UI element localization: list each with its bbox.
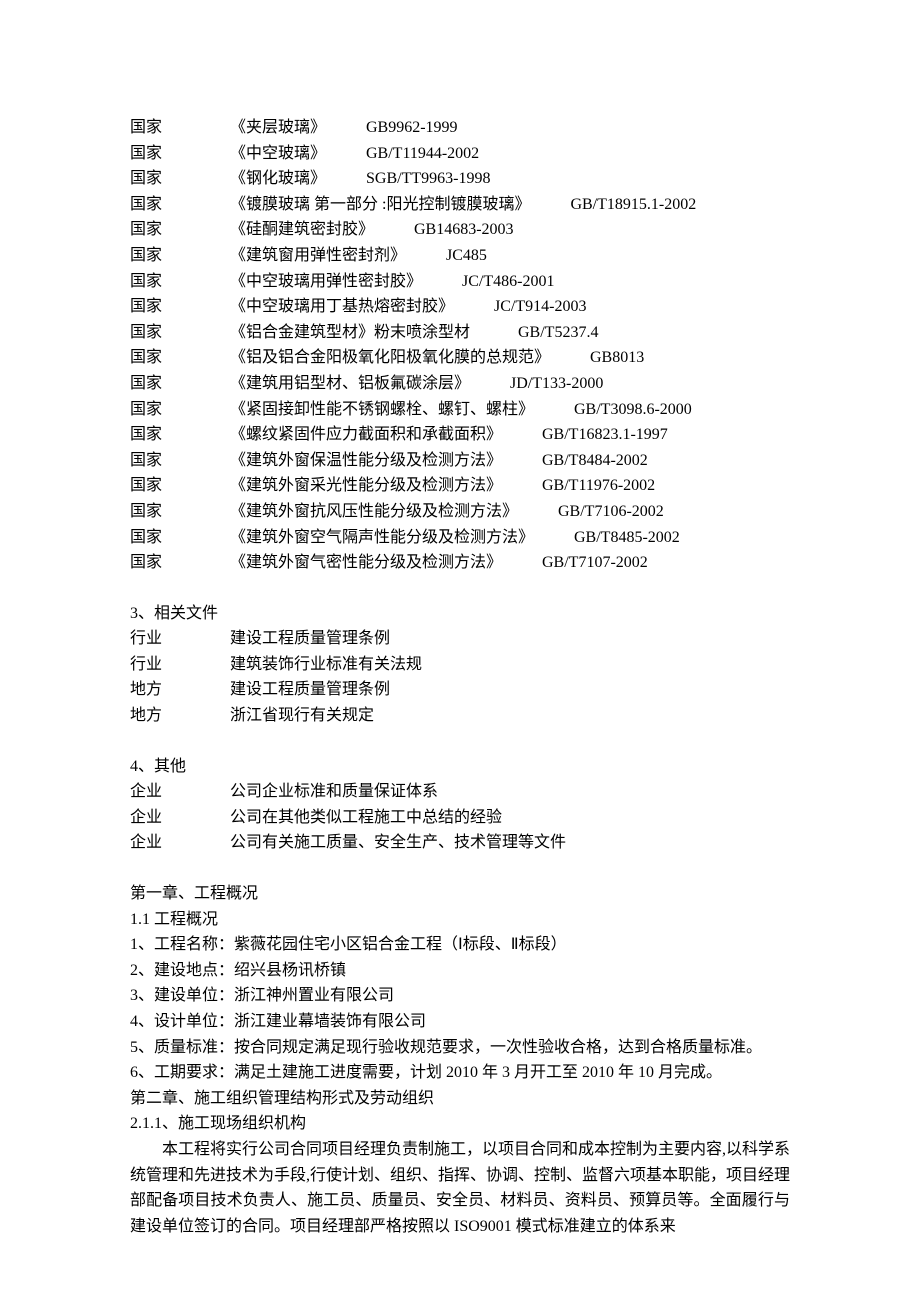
standard-text: 《建筑外窗空气隔声性能分级及检测方法》 GB/T8485-2002 (230, 525, 790, 551)
standard-level: 国家 (130, 166, 230, 192)
standard-row: 国家《硅酮建筑密封胶》 GB14683-2003 (130, 217, 790, 243)
standard-text: 《建筑外窗保温性能分级及检测方法》 GB/T8484-2002 (230, 448, 790, 474)
project-info-line: 6、工期要求：满足土建施工进度需要，计划 2010 年 3 月开工至 2010 … (130, 1060, 790, 1086)
standard-level: 国家 (130, 473, 230, 499)
standard-text: 《建筑用铝型材、铝板氟碳涂层》 JD/T133-2000 (230, 371, 790, 397)
standard-text: 《中空玻璃用弹性密封胶》 JC/T486-2001 (230, 269, 790, 295)
standard-row: 国家《中空玻璃》 GB/T11944-2002 (130, 141, 790, 167)
doc-text: 建筑装饰行业标准有关法规 (230, 652, 422, 678)
chapter-1-subheading: 1.1 工程概况 (130, 907, 790, 933)
standard-level: 国家 (130, 269, 230, 295)
spacer (130, 856, 790, 881)
standard-level: 国家 (130, 243, 230, 269)
standard-row: 国家《铝合金建筑型材》粉末喷涂型材 GB/T5237.4 (130, 320, 790, 346)
standard-row: 国家《铝及铝合金阳极氧化阳极氧化膜的总规范》 GB8013 (130, 345, 790, 371)
standard-row: 国家《建筑窗用弹性密封剂》 JC485 (130, 243, 790, 269)
doc-level: 企业 (130, 830, 230, 856)
document-page: 国家《夹层玻璃》 GB9962-1999国家《中空玻璃》 GB/T11944-2… (0, 0, 920, 1299)
chapter-1-items: 1、工程名称：紫薇花园住宅小区铝合金工程（Ⅰ标段、Ⅱ标段）2、建设地点：绍兴县杨… (130, 932, 790, 1086)
standard-text: 《夹层玻璃》 GB9962-1999 (230, 115, 790, 141)
doc-text: 建设工程质量管理条例 (230, 626, 390, 652)
related-doc-row: 地方建设工程质量管理条例 (130, 677, 790, 703)
standard-text: 《紧固接卸性能不锈钢螺栓、螺钉、螺柱》 GB/T3098.6-2000 (230, 397, 790, 423)
standard-row: 国家《建筑外窗保温性能分级及检测方法》 GB/T8484-2002 (130, 448, 790, 474)
spacer (130, 576, 790, 601)
other-doc-row: 企业公司企业标准和质量保证体系 (130, 779, 790, 805)
standard-level: 国家 (130, 192, 230, 218)
doc-text: 公司有关施工质量、安全生产、技术管理等文件 (230, 830, 566, 856)
chapter-2-paragraph: 本工程将实行公司合同项目经理负责制施工，以项目合同和成本控制为主要内容,以科学系… (130, 1137, 790, 1239)
standard-row: 国家《紧固接卸性能不锈钢螺栓、螺钉、螺柱》 GB/T3098.6-2000 (130, 397, 790, 423)
spacer (130, 729, 790, 754)
chapter-2-heading: 第二章、施工组织管理结构形式及劳动组织 (130, 1086, 790, 1112)
doc-level: 企业 (130, 779, 230, 805)
related-doc-row: 地方浙江省现行有关规定 (130, 703, 790, 729)
project-info-line: 3、建设单位：浙江神州置业有限公司 (130, 983, 790, 1009)
standard-row: 国家《建筑外窗采光性能分级及检测方法》 GB/T11976-2002 (130, 473, 790, 499)
section-4-list: 企业公司企业标准和质量保证体系企业公司在其他类似工程施工中总结的经验企业公司有关… (130, 779, 790, 856)
standard-level: 国家 (130, 499, 230, 525)
standard-level: 国家 (130, 550, 230, 576)
other-doc-row: 企业公司在其他类似工程施工中总结的经验 (130, 805, 790, 831)
standard-level: 国家 (130, 448, 230, 474)
standard-row: 国家《夹层玻璃》 GB9962-1999 (130, 115, 790, 141)
standard-row: 国家《中空玻璃用丁基热熔密封胶》 JC/T914-2003 (130, 294, 790, 320)
project-info-line: 1、工程名称：紫薇花园住宅小区铝合金工程（Ⅰ标段、Ⅱ标段） (130, 932, 790, 958)
standard-level: 国家 (130, 320, 230, 346)
standard-text: 《螺纹紧固件应力截面积和承截面积》 GB/T16823.1-1997 (230, 422, 790, 448)
other-doc-row: 企业公司有关施工质量、安全生产、技术管理等文件 (130, 830, 790, 856)
project-info-line: 2、建设地点：绍兴县杨讯桥镇 (130, 958, 790, 984)
standard-text: 《建筑外窗抗风压性能分级及检测方法》 GB/T7106-2002 (230, 499, 790, 525)
standard-level: 国家 (130, 141, 230, 167)
standard-text: 《硅酮建筑密封胶》 GB14683-2003 (230, 217, 790, 243)
standard-level: 国家 (130, 294, 230, 320)
doc-level: 行业 (130, 626, 230, 652)
standard-text: 《建筑外窗气密性能分级及检测方法》 GB/T7107-2002 (230, 550, 790, 576)
chapter-1-heading: 第一章、工程概况 (130, 881, 790, 907)
standard-row: 国家《钢化玻璃》 SGB/TT9963-1998 (130, 166, 790, 192)
standard-level: 国家 (130, 371, 230, 397)
doc-text: 公司企业标准和质量保证体系 (230, 779, 438, 805)
standards-list: 国家《夹层玻璃》 GB9962-1999国家《中空玻璃》 GB/T11944-2… (130, 115, 790, 576)
doc-level: 行业 (130, 652, 230, 678)
doc-level: 企业 (130, 805, 230, 831)
standard-text: 《镀膜玻璃 第一部分 :阳光控制镀膜玻璃》 GB/T18915.1-2002 (230, 192, 790, 218)
related-doc-row: 行业建筑装饰行业标准有关法规 (130, 652, 790, 678)
doc-level: 地方 (130, 703, 230, 729)
doc-text: 公司在其他类似工程施工中总结的经验 (230, 805, 502, 831)
standard-level: 国家 (130, 525, 230, 551)
standard-row: 国家《建筑用铝型材、铝板氟碳涂层》 JD/T133-2000 (130, 371, 790, 397)
standard-level: 国家 (130, 397, 230, 423)
standard-row: 国家《建筑外窗空气隔声性能分级及检测方法》 GB/T8485-2002 (130, 525, 790, 551)
standard-level: 国家 (130, 217, 230, 243)
doc-level: 地方 (130, 677, 230, 703)
standard-level: 国家 (130, 422, 230, 448)
doc-text: 浙江省现行有关规定 (230, 703, 374, 729)
standard-text: 《铝合金建筑型材》粉末喷涂型材 GB/T5237.4 (230, 320, 790, 346)
section-4-heading: 4、其他 (130, 754, 790, 780)
standard-row: 国家《建筑外窗气密性能分级及检测方法》 GB/T7107-2002 (130, 550, 790, 576)
standard-row: 国家《建筑外窗抗风压性能分级及检测方法》 GB/T7106-2002 (130, 499, 790, 525)
standard-text: 《建筑外窗采光性能分级及检测方法》 GB/T11976-2002 (230, 473, 790, 499)
project-info-line: 4、设计单位：浙江建业幕墙装饰有限公司 (130, 1009, 790, 1035)
standard-text: 《中空玻璃》 GB/T11944-2002 (230, 141, 790, 167)
project-info-line: 5、质量标准：按合同规定满足现行验收规范要求，一次性验收合格，达到合格质量标准。 (130, 1035, 790, 1061)
doc-text: 建设工程质量管理条例 (230, 677, 390, 703)
chapter-2-subheading: 2.1.1、施工现场组织机构 (130, 1111, 790, 1137)
standard-row: 国家《中空玻璃用弹性密封胶》 JC/T486-2001 (130, 269, 790, 295)
standard-text: 《建筑窗用弹性密封剂》 JC485 (230, 243, 790, 269)
section-3-heading: 3、相关文件 (130, 601, 790, 627)
related-doc-row: 行业建设工程质量管理条例 (130, 626, 790, 652)
section-3-list: 行业建设工程质量管理条例行业建筑装饰行业标准有关法规地方建设工程质量管理条例地方… (130, 626, 790, 728)
standard-row: 国家《镀膜玻璃 第一部分 :阳光控制镀膜玻璃》 GB/T18915.1-2002 (130, 192, 790, 218)
standard-level: 国家 (130, 115, 230, 141)
standard-text: 《钢化玻璃》 SGB/TT9963-1998 (230, 166, 790, 192)
standard-level: 国家 (130, 345, 230, 371)
standard-text: 《中空玻璃用丁基热熔密封胶》 JC/T914-2003 (230, 294, 790, 320)
chapter-2-para-text: 本工程将实行公司合同项目经理负责制施工，以项目合同和成本控制为主要内容,以科学系… (130, 1137, 790, 1239)
standard-text: 《铝及铝合金阳极氧化阳极氧化膜的总规范》 GB8013 (230, 345, 790, 371)
standard-row: 国家《螺纹紧固件应力截面积和承截面积》 GB/T16823.1-1997 (130, 422, 790, 448)
